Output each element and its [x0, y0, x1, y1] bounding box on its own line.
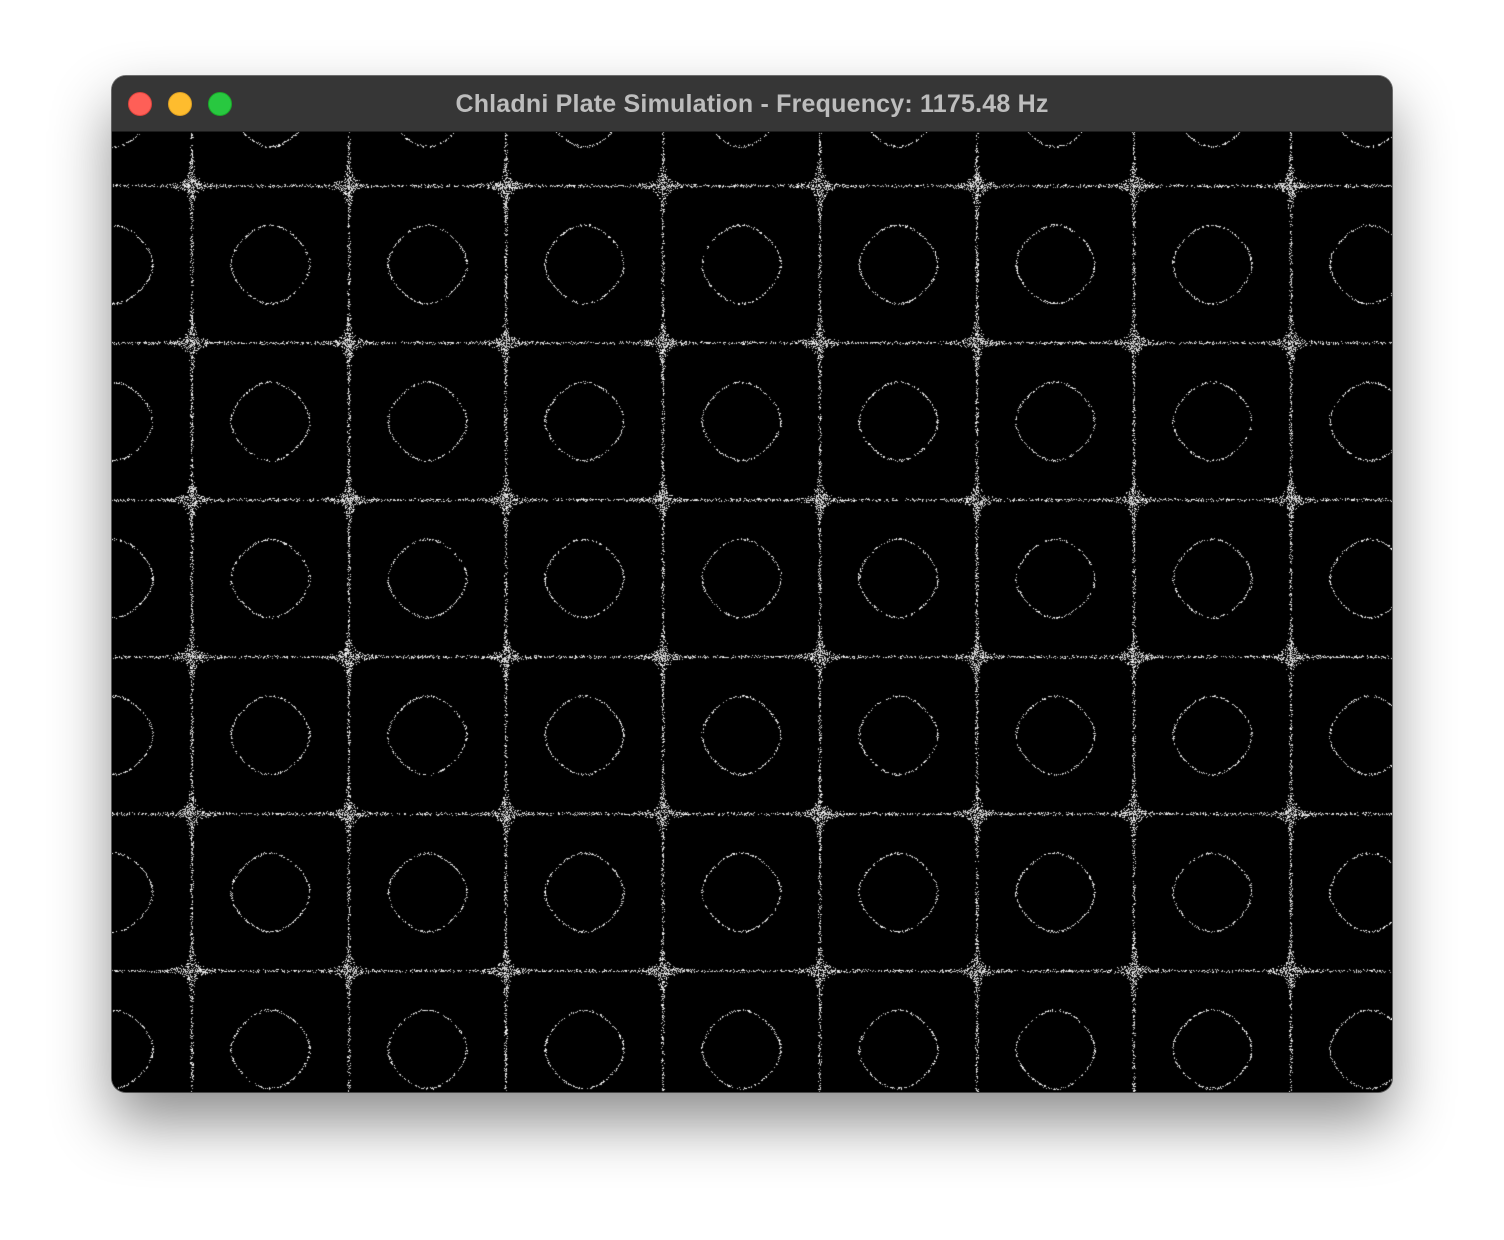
app-window: Chladni Plate Simulation - Frequency: 11…: [112, 76, 1392, 1092]
window-title: Chladni Plate Simulation - Frequency: 11…: [455, 90, 1049, 118]
particle-field: [112, 132, 1392, 1092]
chladni-plate-canvas[interactable]: [112, 132, 1392, 1092]
title-bar[interactable]: Chladni Plate Simulation - Frequency: 11…: [112, 76, 1392, 132]
